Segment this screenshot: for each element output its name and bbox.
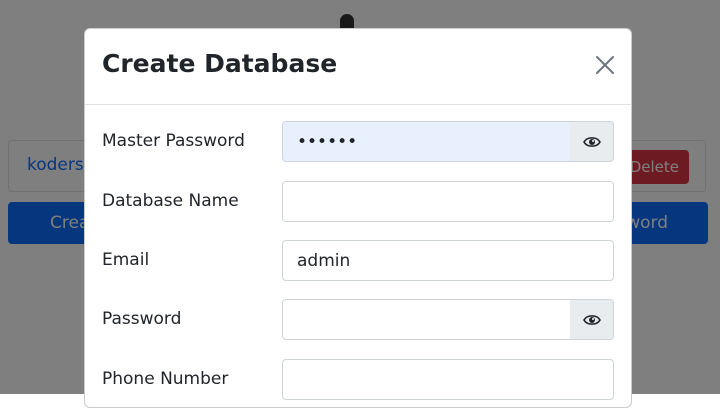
password-label: Password xyxy=(102,309,182,329)
master-password-toggle[interactable] xyxy=(570,121,614,162)
password-input[interactable] xyxy=(282,299,571,340)
create-database-modal: Create Database Master Password Database… xyxy=(84,28,632,408)
master-password-label: Master Password xyxy=(102,131,245,151)
modal-title: Create Database xyxy=(102,49,338,78)
close-icon xyxy=(596,56,614,74)
field-row-password: Password xyxy=(85,299,631,341)
password-toggle[interactable] xyxy=(570,299,614,340)
close-button[interactable] xyxy=(593,53,617,77)
master-password-input[interactable] xyxy=(282,121,571,162)
eye-icon xyxy=(582,314,601,325)
email-label: Email xyxy=(102,250,150,270)
phone-number-label: Phone Number xyxy=(102,369,229,389)
database-name-label: Database Name xyxy=(102,191,239,211)
field-row-phone-number: Phone Number xyxy=(85,359,631,401)
database-name-input[interactable] xyxy=(282,181,614,222)
field-row-master-password: Master Password xyxy=(85,121,631,163)
field-row-database-name: Database Name xyxy=(85,181,631,223)
eye-icon xyxy=(582,136,601,147)
field-row-email: Email xyxy=(85,240,631,282)
modal-header: Create Database xyxy=(85,29,631,105)
email-input[interactable] xyxy=(282,240,614,281)
